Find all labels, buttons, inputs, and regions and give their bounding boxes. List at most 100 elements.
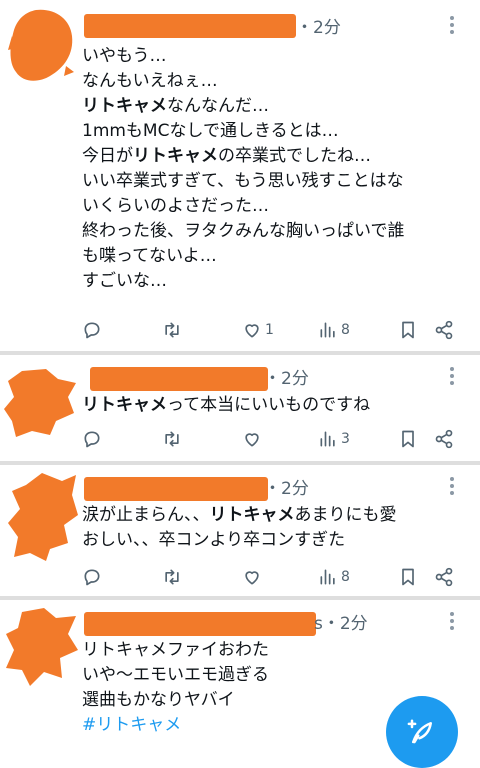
tweet-line: いい卒業式すぎて、もう思い残すことはな [82, 169, 470, 194]
bookmark-button[interactable] [398, 318, 418, 342]
tweet-actions: 8 [82, 565, 462, 589]
more-options-icon[interactable] [450, 612, 454, 630]
bookmark-button[interactable] [398, 565, 418, 589]
tweet-line: すごいな… [82, 269, 470, 294]
more-options-icon[interactable] [450, 367, 454, 385]
tweet-text-segment: リトキャメファイおわた [82, 640, 269, 660]
tweet-line: 涙が止まらん、、リトキャメあまりにも愛 [82, 503, 470, 528]
bookmark-button[interactable] [398, 427, 418, 451]
share-icon [435, 567, 453, 587]
tweet-text-segment: 1mmもMCなしで通しきるとは… [82, 121, 339, 141]
tweet-line: リトキャメって本当にいいものですね [82, 393, 470, 418]
like-button[interactable]: 1 [242, 318, 274, 342]
tweet-text-segment: おしい、、卒コンより卒コンすぎた [82, 530, 346, 550]
more-options-icon[interactable] [450, 477, 454, 495]
tweet-line: いくらいのよさだった… [82, 194, 470, 219]
compose-button[interactable] [386, 696, 458, 768]
avatar[interactable] [6, 471, 80, 563]
views-button[interactable]: 8 [318, 318, 350, 342]
tweet-text-segment: あまりにも愛 [294, 505, 397, 525]
tweet-text-segment: いい卒業式すぎて、もう思い残すことはな [82, 171, 404, 191]
redacted-username [90, 367, 268, 391]
tweet-line: おしい、、卒コンより卒コンすぎた [82, 528, 470, 553]
reply-button[interactable] [82, 318, 102, 342]
reply-button[interactable] [82, 565, 102, 589]
share-button[interactable] [434, 318, 454, 342]
tweet-line: いやもう… [82, 44, 470, 69]
avatar[interactable] [6, 6, 76, 86]
tweet-actions: 3 [82, 427, 462, 451]
avatar[interactable] [4, 606, 80, 688]
tweet-card[interactable]: ・2分 涙が止まらん、、リトキャメあまりにも愛 おしい、、卒コンより卒コンすぎた … [0, 465, 480, 596]
bookmark-icon [402, 430, 414, 448]
tweet-text-segment: いくらいのよさだった… [82, 196, 269, 216]
tweet-text-bold: リトキャメ [82, 395, 167, 415]
views-count: 3 [341, 431, 350, 447]
views-icon [320, 431, 335, 447]
tweet-text-segment: も喋ってないよ… [82, 246, 217, 266]
reply-button[interactable] [82, 427, 102, 451]
tweet-timestamp: ・2分 [264, 369, 309, 389]
reply-icon [84, 322, 100, 339]
views-button[interactable]: 3 [318, 427, 350, 451]
like-button[interactable] [242, 427, 265, 451]
heart-icon [245, 433, 259, 447]
retweet-button[interactable] [162, 565, 182, 589]
tweet-text: いやもう… なんもいえねぇ… リトキャメなんなんだ… 1mmもMCなしで通しきるとは…… [82, 44, 470, 294]
redacted-username [84, 477, 268, 501]
tweet-timestamp: ・2分 [264, 479, 309, 499]
heart-icon [245, 571, 259, 585]
tweet-text-segment: なんなんだ… [167, 96, 269, 116]
tweet-line: なんもいえねぇ… [82, 69, 470, 94]
tweet-line: 終わった後、ヲタクみんな胸いっぱいで誰 [82, 219, 470, 244]
more-options-icon[interactable] [450, 16, 454, 34]
hashtag-link[interactable]: #リトキャメ [82, 715, 181, 735]
tweet-timestamp: s・2分 [314, 614, 368, 634]
tweet-text-segment: 終わった後、ヲタクみんな胸いっぱいで誰 [82, 221, 405, 241]
tweet-card[interactable]: ・2分 リトキャメって本当にいいものですね 3 [0, 355, 480, 461]
tweet-line: リトキャメファイおわた [82, 638, 470, 663]
tweet-text-segment: すごいな… [82, 271, 167, 291]
tweet-line: いや〜エモいエモ過ぎる [82, 663, 470, 688]
share-button[interactable] [434, 565, 454, 589]
tweet-text-segment: の卒業式でしたね… [218, 146, 371, 166]
redacted-username [84, 612, 316, 636]
tweet-actions: 1 8 [82, 318, 462, 342]
tweet-text: 涙が止まらん、、リトキャメあまりにも愛 おしい、、卒コンより卒コンすぎた [82, 503, 470, 553]
reply-icon [84, 569, 100, 586]
bookmark-icon [402, 568, 414, 586]
share-icon [435, 429, 453, 449]
tweet-line: 今日がリトキャメの卒業式でしたね… [82, 144, 470, 169]
tweet-text-bold: リトキャメ [82, 96, 167, 116]
tweet-line: 1mmもMCなしで通しきるとは… [82, 119, 470, 144]
compose-feather-icon [407, 719, 432, 744]
views-button[interactable]: 8 [318, 565, 350, 589]
share-icon [435, 320, 453, 340]
tweet-card[interactable]: ・2分 いやもう… なんもいえねぇ… リトキャメなんなんだ… 1mmもMCなしで通しき… [0, 0, 480, 351]
tweet-text-segment: 涙が止まらん、、 [82, 505, 210, 525]
retweet-button[interactable] [162, 318, 182, 342]
tweet-text-segment: って本当にいいものですね [167, 395, 371, 415]
tweet-line: リトキャメなんなんだ… [82, 94, 470, 119]
reply-icon [84, 431, 100, 448]
tweet-text-bold: リトキャメ [209, 505, 295, 525]
retweet-icon [165, 569, 179, 585]
tweet-text-segment: 選曲もかなりヤバイ [82, 690, 235, 710]
tweet-text-segment: 今日が [82, 146, 133, 166]
like-button[interactable] [242, 565, 265, 589]
retweet-icon [165, 431, 179, 447]
tweet-text-segment: いや〜エモいエモ過ぎる [82, 665, 269, 685]
retweet-button[interactable] [162, 427, 182, 451]
tweet-text-segment: いやもう… [82, 46, 167, 66]
redacted-username [84, 14, 296, 38]
share-button[interactable] [434, 427, 454, 451]
views-icon [320, 322, 335, 338]
avatar[interactable] [2, 367, 80, 439]
tweet-line: も喋ってないよ… [82, 244, 470, 269]
tweet-text-segment: なんもいえねぇ… [82, 71, 218, 91]
heart-icon [245, 324, 259, 338]
tweet-text-bold: リトキャメ [133, 146, 218, 166]
views-count: 8 [341, 569, 350, 585]
tweet-timestamp: ・2分 [296, 18, 341, 38]
tweet-text: リトキャメって本当にいいものですね [82, 393, 470, 418]
